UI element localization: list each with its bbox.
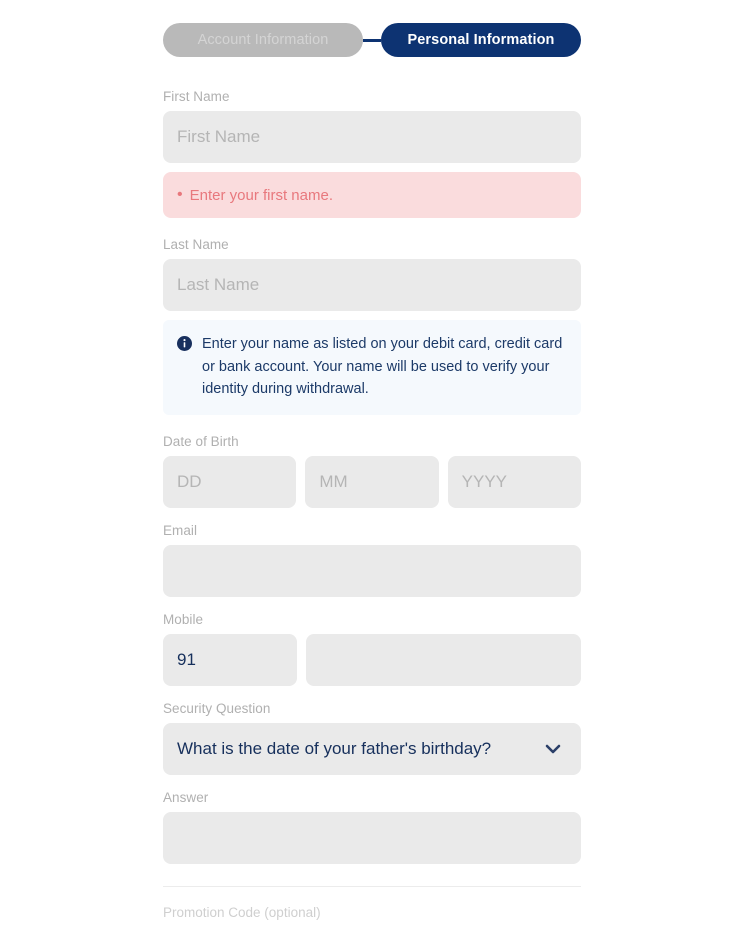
mobile-country-code-input[interactable]: 91 xyxy=(163,633,297,686)
security-question-selected-value: What is the date of your father's birthd… xyxy=(177,738,492,758)
answer-input[interactable] xyxy=(163,811,581,864)
error-bullet-icon: • xyxy=(177,186,183,203)
step-personal-information[interactable]: Personal Information xyxy=(381,23,581,57)
email-input[interactable] xyxy=(163,544,581,597)
first-name-error-text: Enter your first name. xyxy=(189,186,333,204)
security-question-select[interactable]: What is the date of your father's birthd… xyxy=(163,722,581,775)
date-of-birth-label: Date of Birth xyxy=(163,433,239,449)
first-name-placeholder: First Name xyxy=(177,127,261,146)
dob-day-input[interactable]: DD xyxy=(163,455,297,508)
last-name-label: Last Name xyxy=(163,237,229,252)
promotion-code-label: Promotion Code (optional) xyxy=(163,904,321,920)
step-connector xyxy=(363,38,381,42)
chevron-down-icon[interactable] xyxy=(543,739,563,759)
security-question-field: Security Question What is the date of yo… xyxy=(163,700,581,775)
email-field: Email xyxy=(163,522,581,597)
step-account-information[interactable]: Account Information xyxy=(163,23,363,57)
last-name-input[interactable]: Last Name xyxy=(163,259,581,311)
date-of-birth-field: Date of Birth DD MM YYYY xyxy=(163,433,581,508)
last-name-placeholder: Last Name xyxy=(177,275,260,294)
mobile-number-input[interactable] xyxy=(306,633,581,686)
last-name-info-note: Enter your name as listed on your debit … xyxy=(163,320,581,415)
answer-label: Answer xyxy=(163,789,209,805)
mobile-inputs: 91 xyxy=(163,633,581,686)
dob-year-placeholder: YYYY xyxy=(461,471,508,491)
info-icon xyxy=(177,336,192,351)
mobile-country-code-value: 91 xyxy=(177,649,196,669)
date-of-birth-inputs: DD MM YYYY xyxy=(163,455,581,508)
dob-day-placeholder: DD xyxy=(177,471,202,491)
first-name-input[interactable]: First Name xyxy=(163,111,581,163)
last-name-info-text: Enter your name as listed on your debit … xyxy=(202,336,563,397)
answer-field: Answer xyxy=(163,789,581,864)
mobile-field: Mobile 91 xyxy=(163,611,581,686)
first-name-label: First Name xyxy=(163,89,230,104)
step-account-information-label: Account Information xyxy=(197,32,329,48)
dob-month-placeholder: MM xyxy=(319,471,348,491)
security-question-label: Security Question xyxy=(163,700,271,716)
step-personal-information-label: Personal Information xyxy=(407,32,555,48)
last-name-field: Last Name Last Name Enter your name as l… xyxy=(163,236,581,415)
personal-information-form: First Name First Name • Enter your first… xyxy=(163,88,581,922)
email-label: Email xyxy=(163,522,198,538)
dob-year-input[interactable]: YYYY xyxy=(447,455,581,508)
personal-information-page: Account Information Personal Information… xyxy=(0,0,744,928)
mobile-label: Mobile xyxy=(163,611,204,627)
registration-stepper: Account Information Personal Information xyxy=(163,23,581,57)
dob-month-input[interactable]: MM xyxy=(305,455,439,508)
first-name-field: First Name First Name • Enter your first… xyxy=(163,88,581,218)
first-name-error: • Enter your first name. xyxy=(163,172,581,218)
section-divider xyxy=(163,885,581,887)
